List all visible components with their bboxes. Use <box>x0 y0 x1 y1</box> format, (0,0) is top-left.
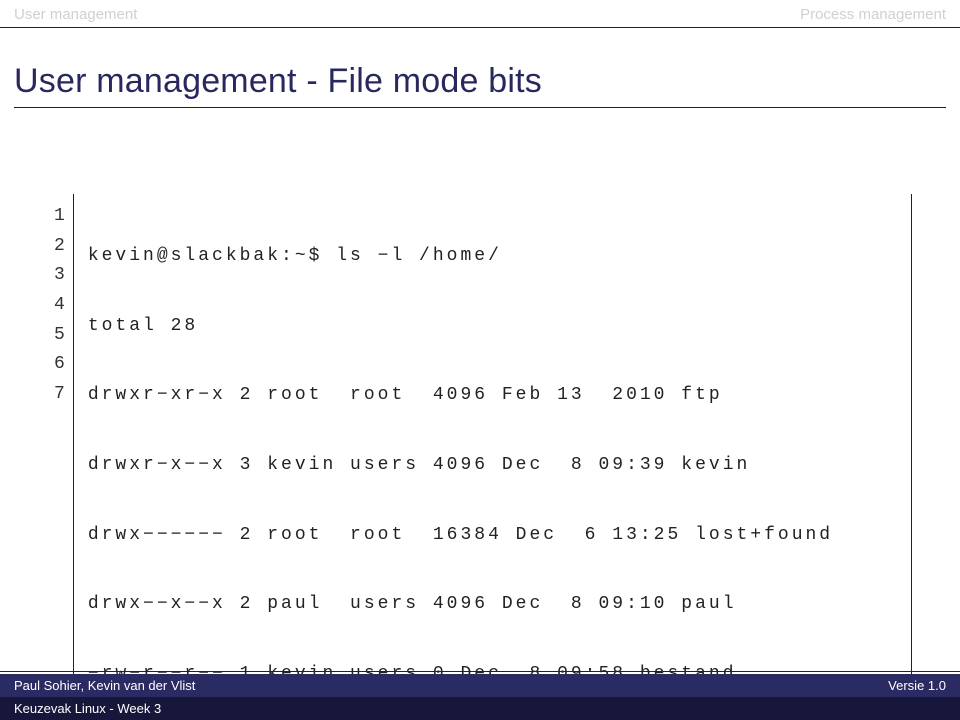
header-section-left: User management <box>14 6 137 23</box>
title-block: User management - File mode bits <box>0 28 960 108</box>
slide: User management Process management User … <box>0 0 960 720</box>
code-column: kevin@slackbak:~$ ls −l /home/ total 28 … <box>74 194 912 720</box>
line-number: 1 <box>54 202 65 232</box>
footer-rule <box>0 671 960 672</box>
footer-authors: Paul Sohier, Kevin van der Vlist <box>14 678 195 693</box>
code-line: total 28 <box>88 312 897 342</box>
line-number: 7 <box>54 380 65 410</box>
header-section-right: Process management <box>800 6 946 23</box>
line-number: 5 <box>54 321 65 351</box>
code-listing: 1 2 3 4 5 6 7 kevin@slackbak:~$ ls −l /h… <box>48 194 912 720</box>
line-number: 4 <box>54 291 65 321</box>
footer-row-top: Paul Sohier, Kevin van der Vlist Versie … <box>0 674 960 697</box>
footer-version: Versie 1.0 <box>888 678 946 693</box>
code-line: drwx−−−−−− 2 root root 16384 Dec 6 13:25… <box>88 521 897 551</box>
line-number-column: 1 2 3 4 5 6 7 <box>48 194 74 720</box>
line-number: 3 <box>54 261 65 291</box>
page-title: User management - File mode bits <box>14 62 946 101</box>
header-row: User management Process management <box>0 0 960 23</box>
footer-row-bottom: Keuzevak Linux - Week 3 <box>0 697 960 720</box>
body: 1 2 3 4 5 6 7 kevin@slackbak:~$ ls −l /h… <box>0 108 960 720</box>
footer-course: Keuzevak Linux - Week 3 <box>14 701 161 716</box>
code-line: drwx−−x−−x 2 paul users 4096 Dec 8 09:10… <box>88 590 897 620</box>
line-number: 2 <box>54 232 65 262</box>
footer: Paul Sohier, Kevin van der Vlist Versie … <box>0 671 960 720</box>
code-line: kevin@slackbak:~$ ls −l /home/ <box>88 242 897 272</box>
code-line: drwxr−x−−x 3 kevin users 4096 Dec 8 09:3… <box>88 451 897 481</box>
code-line: drwxr−xr−x 2 root root 4096 Feb 13 2010 … <box>88 381 897 411</box>
line-number: 6 <box>54 350 65 380</box>
header: User management Process management <box>0 0 960 28</box>
